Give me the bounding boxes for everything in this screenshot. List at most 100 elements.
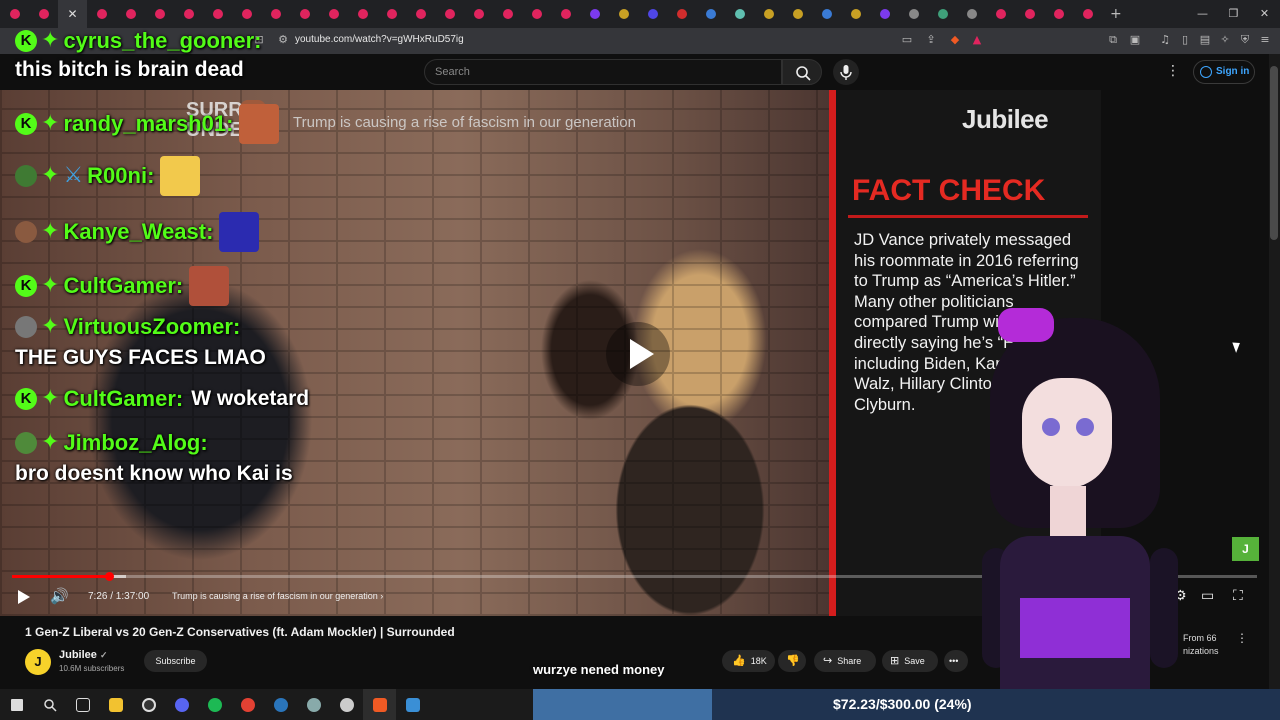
close-window-button[interactable]: ✕ (1249, 0, 1280, 28)
minimize-button[interactable]: — (1187, 0, 1218, 28)
sidebar-icon[interactable]: ▯ (1178, 33, 1192, 47)
browser-tab[interactable] (754, 0, 783, 28)
browser-tab[interactable] (232, 0, 261, 28)
chat-message: ✦ Jimboz_Alog: (15, 430, 208, 456)
browser-tab[interactable] (522, 0, 551, 28)
browser-tab[interactable] (203, 0, 232, 28)
chat-text: W woketard (191, 387, 310, 410)
maximize-button[interactable]: ❐ (1218, 0, 1249, 28)
browser-tab[interactable] (435, 0, 464, 28)
obs-icon[interactable] (132, 689, 165, 720)
dislike-button[interactable]: 👎 (778, 650, 806, 672)
channel-name[interactable]: Jubilee ✓ (59, 649, 108, 661)
browser-tab[interactable] (551, 0, 580, 28)
new-tab-button[interactable]: + (1110, 6, 1122, 22)
taskbar-search-icon[interactable] (33, 689, 66, 720)
url-text[interactable]: youtube.com/watch?v=gWHxRuD57ig (295, 34, 464, 45)
browser-tab[interactable] (174, 0, 203, 28)
brave-shield-icon[interactable]: ◆ (948, 33, 962, 47)
vpn-icon[interactable]: ⛨ (1238, 33, 1252, 47)
browser-tab[interactable] (29, 0, 58, 28)
fullscreen-icon[interactable]: ⛶ (1233, 588, 1243, 604)
channel-avatar[interactable]: J (25, 649, 51, 675)
chat-message: this bitch is brain dead (15, 58, 244, 82)
browser-tab[interactable] (870, 0, 899, 28)
save-button[interactable]: ⊞ Save (882, 650, 938, 672)
task-view-icon[interactable] (66, 689, 99, 720)
browser-tab[interactable] (493, 0, 522, 28)
chat-username: CultGamer: (63, 273, 184, 298)
browser-tab[interactable]: ✕ (58, 0, 87, 28)
vtube-studio-icon[interactable] (396, 689, 429, 720)
chapter-button[interactable]: Trump is causing a rise of fascism in ou… (172, 591, 383, 601)
more-actions-button[interactable]: ••• (944, 650, 968, 672)
browser-tab[interactable] (377, 0, 406, 28)
close-tab-icon[interactable]: ✕ (67, 7, 77, 21)
share-icon[interactable]: ⇪ (924, 33, 938, 47)
browser-tab[interactable] (290, 0, 319, 28)
browser-tab[interactable] (1015, 0, 1044, 28)
browser-tab[interactable] (348, 0, 377, 28)
browser-tab[interactable] (87, 0, 116, 28)
media-icon[interactable]: ♫ (1158, 33, 1172, 47)
browser-tab[interactable] (1044, 0, 1073, 28)
spotify-icon[interactable] (198, 689, 231, 720)
browser-tab[interactable] (638, 0, 667, 28)
search-input[interactable]: Search (424, 59, 782, 85)
scrollbar-thumb[interactable] (1270, 66, 1278, 240)
wallet-icon[interactable]: ▤ (1198, 33, 1212, 47)
brave-icon[interactable] (363, 689, 396, 720)
discord-icon[interactable] (165, 689, 198, 720)
brave-rewards-icon[interactable]: ▲ (970, 33, 984, 47)
screen-capture-icon[interactable]: ▭ (900, 33, 914, 47)
play-overlay-icon[interactable] (606, 322, 670, 386)
volume-icon[interactable]: 🔊 (50, 587, 69, 605)
browser-tab[interactable] (116, 0, 145, 28)
tab-favicon-icon (125, 9, 136, 19)
leo-icon[interactable]: ✧ (1218, 33, 1232, 47)
miniplayer-icon[interactable]: ▭ (1201, 588, 1214, 604)
browser-tab[interactable] (145, 0, 174, 28)
browser-tab[interactable] (667, 0, 696, 28)
browser-tab[interactable] (1073, 0, 1102, 28)
voice-search-button[interactable] (833, 59, 859, 85)
browser-tab[interactable] (841, 0, 870, 28)
file-explorer-icon[interactable] (99, 689, 132, 720)
browser-tab[interactable] (783, 0, 812, 28)
browser-tab[interactable] (986, 0, 1015, 28)
kick-badge-icon: K (15, 275, 37, 297)
extensions-icon[interactable]: ⧉ (1106, 33, 1120, 47)
browser-tab[interactable] (580, 0, 609, 28)
progress-scrubber[interactable] (105, 572, 114, 581)
browser-tab[interactable] (928, 0, 957, 28)
site-info-icon[interactable]: ⚙ (276, 33, 290, 47)
browser-tab[interactable] (261, 0, 290, 28)
menu-icon[interactable]: ≡ (1258, 33, 1272, 47)
browser-tab[interactable] (406, 0, 435, 28)
like-button[interactable]: 👍 18K (722, 650, 775, 672)
steam-icon[interactable] (264, 689, 297, 720)
browser-tab[interactable] (812, 0, 841, 28)
play-button[interactable] (18, 590, 30, 604)
browser-tab[interactable] (696, 0, 725, 28)
browser-tab[interactable] (899, 0, 928, 28)
tab-favicon-icon (647, 9, 658, 19)
app-icon[interactable] (297, 689, 330, 720)
browser-tab[interactable] (0, 0, 29, 28)
progress-played (12, 575, 110, 578)
subscribe-button[interactable]: Subscribe (144, 650, 207, 672)
search-button[interactable] (782, 59, 822, 85)
share-button[interactable]: ↪ Share (814, 650, 876, 672)
browser-tab[interactable] (609, 0, 638, 28)
sign-in-button[interactable]: Sign in (1193, 60, 1255, 84)
chrome-icon[interactable] (231, 689, 264, 720)
reader-icon[interactable]: ▣ (1128, 33, 1142, 47)
browser-tab[interactable] (464, 0, 493, 28)
browser-tab[interactable] (725, 0, 754, 28)
settings-menu-icon[interactable]: ⋮ (1166, 63, 1180, 79)
browser-tab[interactable] (957, 0, 986, 28)
side-more-icon[interactable]: ⋮ (1236, 631, 1248, 645)
start-icon[interactable] (0, 689, 33, 720)
browser-tab[interactable] (319, 0, 348, 28)
app-icon-2[interactable] (330, 689, 363, 720)
